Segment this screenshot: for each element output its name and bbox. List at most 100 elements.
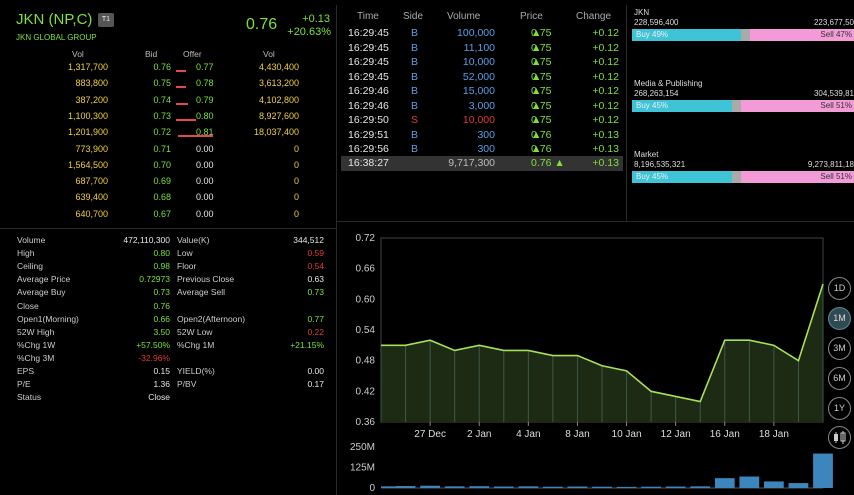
trade-side: B bbox=[411, 128, 419, 141]
volume-bar bbox=[714, 478, 735, 488]
stat-label: EPS bbox=[17, 366, 35, 376]
stat-value: 0.00 bbox=[307, 366, 324, 376]
flow-sell-bar: Sell 47% bbox=[749, 29, 854, 41]
offer-price[interactable]: 0.00 bbox=[178, 209, 216, 219]
offer-depth-bar bbox=[178, 135, 213, 138]
orderbook-row[interactable]: 1,100,300 0.73 0.80 8,927,600 bbox=[0, 111, 336, 127]
volume-bar bbox=[690, 486, 711, 488]
bid-price[interactable]: 0.75 bbox=[130, 78, 171, 88]
stat-value: +21.15% bbox=[290, 339, 324, 350]
stat-value: +57.50% bbox=[136, 339, 170, 350]
stat-label: Close bbox=[17, 300, 39, 311]
orderbook-row[interactable]: 1,317,700 0.76 0.77 4,430,400 bbox=[0, 62, 336, 78]
x-tick-label: 8 Jan bbox=[565, 429, 589, 440]
bid-price[interactable]: 0.72 bbox=[130, 127, 171, 137]
stat-label: P/BV bbox=[177, 379, 197, 390]
stat-value: 0.54 bbox=[307, 261, 324, 272]
timeframe-3m-button[interactable]: 3M bbox=[828, 337, 851, 360]
trade-row[interactable]: 16:29:45 B 11,100 0.75 ▲ +0.12 bbox=[341, 42, 623, 57]
flow-sell-bar: Sell 51% bbox=[740, 171, 854, 183]
bid-volume: 1,100,300 bbox=[67, 110, 108, 121]
bid-price[interactable]: 0.69 bbox=[130, 176, 171, 186]
stat-label: P/E bbox=[17, 379, 31, 390]
price-chart[interactable]: 0.72 0.66 0.60 0.54 0.48 0.42 0.36 27 Dec 2 Jan 4… bbox=[337, 222, 854, 495]
trade-side: B bbox=[411, 56, 419, 68]
flow-sell-volume: 304,539,81 bbox=[813, 89, 854, 98]
timeframe-1m-button[interactable]: 1M bbox=[828, 307, 851, 330]
trade-time: 16:29:45 bbox=[348, 27, 389, 39]
bid-price[interactable]: 0.74 bbox=[130, 95, 171, 105]
stat-label: 52W Low bbox=[177, 326, 213, 337]
offer-depth-bar bbox=[176, 102, 188, 105]
trade-row[interactable]: 16:29:51 B 300 0.76 ▲ +0.13 bbox=[341, 129, 623, 144]
bid-price[interactable]: 0.68 bbox=[130, 192, 171, 202]
orderbook-row[interactable]: 640,700 0.67 0.00 0 bbox=[0, 209, 336, 225]
volume-bar bbox=[616, 486, 637, 488]
trade-price: 0.75 ▲ bbox=[531, 114, 552, 126]
timeframe-1y-button[interactable]: 1Y bbox=[828, 397, 851, 420]
trade-row[interactable]: 16:29:46 B 15,000 0.75 ▲ +0.12 bbox=[341, 85, 623, 100]
stat-label: High bbox=[17, 248, 35, 259]
trade-price: 0.75 ▲ bbox=[531, 27, 552, 39]
stat-label: Average Buy bbox=[17, 287, 66, 298]
orderbook-row[interactable]: 639,400 0.68 0.00 0 bbox=[0, 192, 336, 208]
offer-price[interactable]: 0.00 bbox=[178, 192, 216, 202]
flow-title: JKN bbox=[634, 8, 650, 17]
bid-volume: 1,564,500 bbox=[67, 159, 108, 170]
stat-label: %Chg 1W bbox=[17, 339, 56, 350]
volume-bar bbox=[420, 485, 440, 488]
offer-vol-header: Vol bbox=[263, 49, 275, 59]
bid-price[interactable]: 0.73 bbox=[130, 111, 171, 121]
volume-tick-label: 250M bbox=[350, 442, 375, 453]
timeframe-1d-button[interactable]: 1D bbox=[828, 277, 851, 300]
x-tick-label: 18 Jan bbox=[759, 429, 789, 440]
orderbook-row[interactable]: 687,700 0.69 0.00 0 bbox=[0, 176, 336, 192]
flow-buy-bar: Buy 49% bbox=[632, 29, 741, 41]
offer-volume: 0 bbox=[293, 143, 299, 154]
timeframe-6m-button[interactable]: 6M bbox=[828, 367, 851, 390]
trade-row[interactable]: 16:29:46 B 3,000 0.75 ▲ +0.12 bbox=[341, 100, 623, 115]
bid-price[interactable]: 0.70 bbox=[130, 160, 171, 170]
stat-label: Low bbox=[177, 248, 193, 259]
trade-time: 16:29:46 bbox=[348, 99, 389, 112]
volume-header: Volume bbox=[447, 11, 481, 22]
candlestick-toggle[interactable] bbox=[828, 426, 851, 449]
stat-label: Floor bbox=[177, 261, 197, 272]
bid-vol-header: Vol bbox=[72, 49, 84, 59]
trade-side: B bbox=[411, 143, 419, 155]
trade-volume: 300 bbox=[477, 143, 495, 155]
x-tick-label: 27 Dec bbox=[414, 429, 446, 440]
trade-row[interactable]: 16:29:45 B 52,000 0.75 ▲ +0.12 bbox=[341, 71, 623, 86]
trade-row[interactable]: 16:29:45 B 100,000 0.75 ▲ +0.12 bbox=[341, 27, 623, 42]
flow-neutral-bar bbox=[731, 171, 741, 183]
orderbook-row[interactable]: 773,900 0.71 0.00 0 bbox=[0, 144, 336, 160]
offer-price[interactable]: 0.00 bbox=[178, 176, 216, 186]
trade-price: 0.75 ▲ bbox=[531, 56, 552, 68]
flow-buy-bar: Buy 45% bbox=[632, 171, 732, 183]
stat-label: Open1(Morning) bbox=[17, 313, 79, 324]
bid-price[interactable]: 0.76 bbox=[130, 62, 171, 72]
trade-price: 0.75 ▲ bbox=[531, 41, 552, 54]
y-tick-label: 0.72 bbox=[356, 233, 376, 244]
trade-side: B bbox=[411, 41, 419, 54]
offer-volume: 8,927,600 bbox=[258, 110, 299, 121]
orderbook-row[interactable]: 1,564,500 0.70 0.00 0 bbox=[0, 160, 336, 176]
trade-row[interactable]: 16:29:45 B 10,000 0.75 ▲ +0.12 bbox=[341, 56, 623, 71]
orderbook-row[interactable]: 883,800 0.75 0.78 3,613,200 bbox=[0, 78, 336, 94]
flow-neutral-bar bbox=[740, 29, 750, 41]
bid-header: Bid bbox=[145, 49, 158, 59]
offer-price[interactable]: 0.00 bbox=[178, 144, 216, 154]
bid-price[interactable]: 0.67 bbox=[130, 209, 171, 219]
flow-neutral-bar bbox=[731, 100, 741, 112]
volume-bar bbox=[543, 486, 563, 488]
x-tick-label: 4 Jan bbox=[516, 429, 540, 440]
flow-bar: Buy 49% Sell 47% bbox=[632, 29, 854, 41]
stat-label: 52W High bbox=[17, 326, 55, 337]
orderbook-row[interactable]: 1,201,900 0.72 0.81 18,037,400 bbox=[0, 127, 336, 143]
orderbook-row[interactable]: 387,200 0.74 0.79 4,102,800 bbox=[0, 95, 336, 111]
flow-sell-volume: 9,273,811,18 bbox=[807, 160, 854, 169]
trade-volume: 11,100 bbox=[463, 41, 495, 54]
offer-price[interactable]: 0.00 bbox=[178, 160, 216, 170]
trade-row[interactable]: 16:29:50 S 10,000 0.75 ▲ +0.12 bbox=[341, 114, 623, 129]
bid-price[interactable]: 0.71 bbox=[130, 144, 171, 154]
